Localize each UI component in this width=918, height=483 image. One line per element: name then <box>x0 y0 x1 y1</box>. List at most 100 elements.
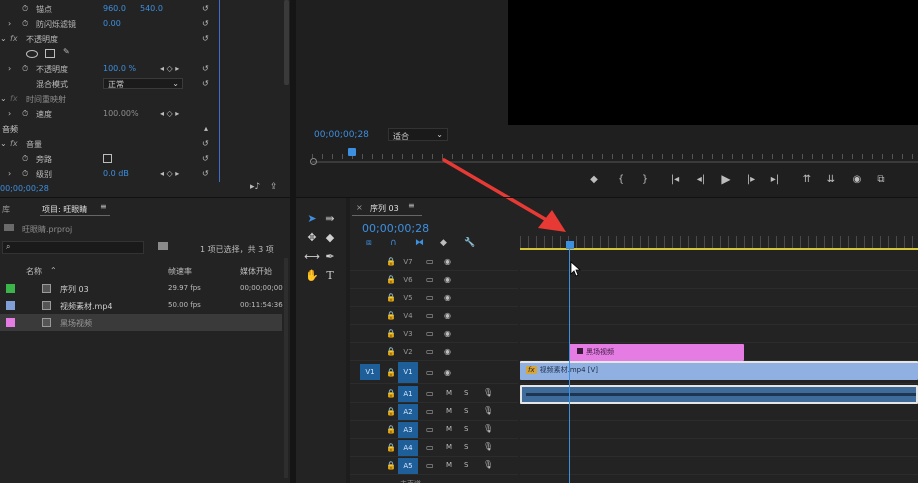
type-tool-icon[interactable]: T <box>322 269 338 283</box>
track-lane[interactable] <box>520 289 918 307</box>
keyframe-nav-icon[interactable]: ◂ ◇ ▸ <box>160 169 179 178</box>
keyframe-nav-icon[interactable]: ◂ ◇ ▸ <box>160 64 179 73</box>
sync-lock-icon[interactable]: ▭ <box>426 425 434 434</box>
track-lock-icon[interactable]: 🔒 <box>386 257 396 266</box>
go-to-out-icon[interactable]: ▸| <box>768 174 782 185</box>
monitor-scrub-bar[interactable] <box>312 161 918 163</box>
bypass-checkbox[interactable] <box>103 154 112 163</box>
close-icon[interactable]: × <box>356 203 363 212</box>
label-color-swatch[interactable] <box>6 284 15 293</box>
track-target-a2[interactable]: A2 <box>398 404 418 420</box>
project-item-row[interactable]: 黑场视频 <box>0 314 282 331</box>
track-target-a1[interactable]: A1 <box>398 386 418 402</box>
mute-button[interactable]: M <box>446 389 452 397</box>
track-lock-icon[interactable]: 🔒 <box>386 293 396 302</box>
razor-tool-icon[interactable]: ◆ <box>322 231 338 245</box>
collapse-chevron-icon[interactable]: ⌄ <box>0 94 7 103</box>
voiceover-mic-icon[interactable]: 🎙 <box>483 406 493 415</box>
track-target-v1[interactable]: V1 <box>398 362 418 383</box>
level-value[interactable]: 0.0 dB <box>103 169 129 178</box>
sync-lock-icon[interactable]: ▭ <box>426 275 434 284</box>
track-target-v7[interactable]: V7 <box>398 257 418 267</box>
track-lane[interactable] <box>520 307 918 325</box>
extract-icon[interactable]: ⇊ <box>824 174 838 185</box>
track-target-v3[interactable]: V3 <box>398 329 418 339</box>
reset-icon[interactable]: ↺ <box>202 79 209 88</box>
speed-value[interactable]: 100.00% <box>103 109 139 118</box>
step-back-icon[interactable]: ◂| <box>694 174 708 185</box>
expand-chevron-icon[interactable]: › <box>8 19 11 28</box>
monitor-playhead[interactable] <box>348 148 356 156</box>
work-area-bar[interactable] <box>520 248 918 250</box>
export-icon[interactable]: ⇪ <box>270 182 278 192</box>
anchor-x-value[interactable]: 960.0 <box>103 4 126 13</box>
comparison-icon[interactable]: ⧉ <box>874 174 888 185</box>
collapse-chevron-icon[interactable]: ⌄ <box>0 139 7 148</box>
sync-lock-icon[interactable]: ▭ <box>426 389 434 398</box>
track-target-a3[interactable]: A3 <box>398 422 418 438</box>
track-lane[interactable] <box>520 439 918 457</box>
stopwatch-icon[interactable]: ⏱ <box>22 64 28 74</box>
audio-clip[interactable] <box>520 385 918 404</box>
track-lane[interactable] <box>520 325 918 343</box>
project-item-name[interactable]: 序列 03 <box>60 284 89 295</box>
sync-lock-icon[interactable]: ▭ <box>426 461 434 470</box>
source-patch-v1[interactable]: V1 <box>360 364 380 380</box>
ellipse-mask-icon[interactable] <box>26 50 38 58</box>
solo-button[interactable]: S <box>464 425 468 433</box>
opacity-value[interactable]: 100.0 % <box>103 64 136 73</box>
anchor-y-value[interactable]: 540.0 <box>140 4 163 13</box>
track-select-tool-icon[interactable]: ⇛ <box>322 212 338 226</box>
black-video-clip[interactable]: 黑场视频 <box>569 344 744 361</box>
reset-icon[interactable]: ↺ <box>202 34 209 43</box>
reset-icon[interactable]: ↺ <box>202 154 209 163</box>
ec-scrollbar[interactable] <box>284 0 289 85</box>
label-color-swatch[interactable] <box>6 301 15 310</box>
antiflicker-value[interactable]: 0.00 <box>103 19 121 28</box>
track-target-v5[interactable]: V5 <box>398 293 418 303</box>
track-visibility-eye-icon[interactable]: ◉ <box>444 329 451 338</box>
effect-controls-timecode[interactable]: 00;00;00;28 <box>0 184 49 193</box>
voiceover-mic-icon[interactable]: 🎙 <box>483 460 493 469</box>
track-lock-icon[interactable]: 🔒 <box>386 311 396 320</box>
sync-lock-icon[interactable]: ▭ <box>426 293 434 302</box>
col-header-name[interactable]: 名称 <box>26 266 42 277</box>
track-lane[interactable] <box>520 457 918 475</box>
track-target-a4[interactable]: A4 <box>398 440 418 456</box>
expand-chevron-icon[interactable]: › <box>8 64 11 73</box>
marker-icon[interactable]: ◆ <box>587 174 601 185</box>
sync-lock-icon[interactable]: ▭ <box>426 347 434 356</box>
play-icon[interactable]: ▶ <box>719 172 733 186</box>
stopwatch-icon[interactable]: ⏱ <box>22 109 28 119</box>
collapse-chevron-icon[interactable]: ⌄ <box>0 34 7 43</box>
project-item-name[interactable]: 黑场视频 <box>60 318 92 329</box>
stopwatch-icon[interactable]: ⏱ <box>22 4 28 14</box>
tab-menu-icon[interactable]: ≡ <box>100 202 107 211</box>
mute-button[interactable]: M <box>446 443 452 451</box>
sync-lock-icon[interactable]: ▭ <box>426 257 434 266</box>
stopwatch-icon[interactable]: ⏱ <box>22 19 28 29</box>
voiceover-mic-icon[interactable]: 🎙 <box>483 442 493 451</box>
step-forward-icon[interactable]: |▸ <box>744 174 758 185</box>
out-point-icon[interactable]: } <box>638 174 652 185</box>
video-clip[interactable]: fx 视频素材.mp4 [V] <box>520 361 918 380</box>
ripple-edit-tool-icon[interactable]: ✥ <box>304 231 320 245</box>
timeline-timecode[interactable]: 00;00;00;28 <box>362 222 429 235</box>
project-scrollbar[interactable] <box>284 258 288 478</box>
lift-icon[interactable]: ⇈ <box>800 174 814 185</box>
linked-selection-icon[interactable]: ⧓ <box>415 238 424 248</box>
sync-lock-icon[interactable]: ▭ <box>426 407 434 416</box>
mute-button[interactable]: M <box>446 407 452 415</box>
nest-icon[interactable]: ⧈ <box>366 238 372 248</box>
reset-icon[interactable]: ↺ <box>202 139 209 148</box>
sync-lock-icon[interactable]: ▭ <box>426 443 434 452</box>
play-audio-icon[interactable]: ▸♪ <box>250 182 260 192</box>
program-timecode[interactable]: 00;00;00;28 <box>314 130 369 140</box>
new-bin-icon[interactable] <box>158 242 168 250</box>
tab-menu-icon[interactable]: ≡ <box>408 201 415 210</box>
track-visibility-eye-icon[interactable]: ◉ <box>444 257 451 266</box>
timeline-playhead-head[interactable] <box>566 241 574 249</box>
reset-icon[interactable]: ↺ <box>202 4 209 13</box>
expand-chevron-icon[interactable]: › <box>8 109 11 118</box>
pen-tool-icon[interactable]: ✒ <box>322 250 338 264</box>
